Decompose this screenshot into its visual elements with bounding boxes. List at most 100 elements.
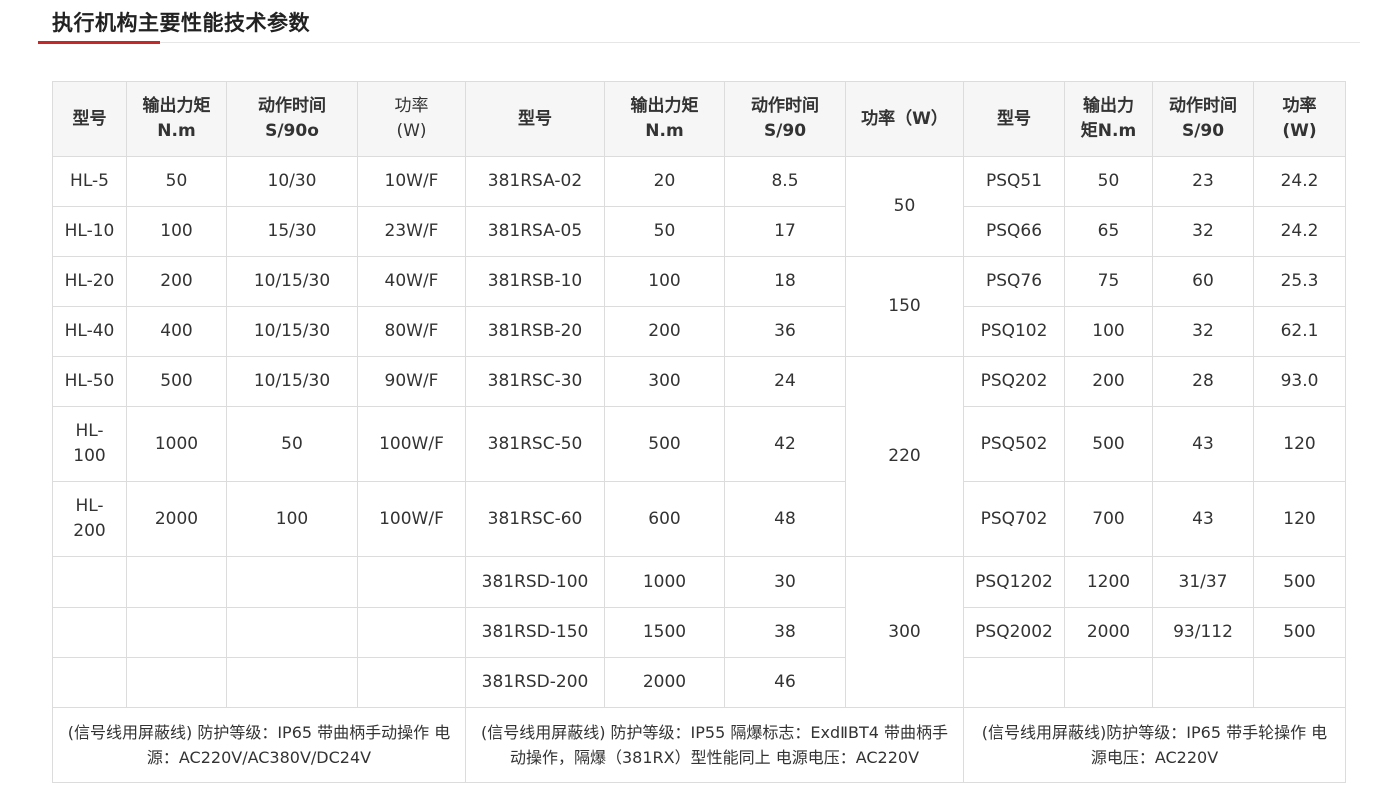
- rs-model-cell: 381RSA-02: [465, 156, 605, 207]
- rs-time-cell: 18: [724, 256, 846, 307]
- empty-cell: [963, 657, 1065, 708]
- hl-notes: (信号线用屏蔽线) 防护等级：IP65 带曲柄手动操作 电源：AC220V/AC…: [52, 707, 466, 783]
- empty-cell: [52, 556, 127, 608]
- rs-torque-cell: 2000: [604, 657, 725, 708]
- psq-time-cell: 43: [1152, 481, 1254, 557]
- hl-model-cell: HL-5: [52, 156, 127, 207]
- rs-model-cell: 381RSD-150: [465, 607, 605, 658]
- header-hl-power: 功率 (W): [357, 81, 466, 157]
- header-rs-model: 型号: [465, 81, 605, 157]
- rs-time-cell: 8.5: [724, 156, 846, 207]
- table-row: HL-40 400 10/15/30 80W/F 381RSB-20 200 3…: [52, 306, 1346, 357]
- table-row: 381RSD-200 2000 46: [52, 657, 1346, 708]
- empty-cell: [52, 657, 127, 708]
- empty-cell: [126, 607, 227, 658]
- hl-power-cell: 100W/F: [357, 481, 466, 557]
- psq-power-cell: 93.0: [1253, 356, 1346, 407]
- header-hl-model: 型号: [52, 81, 127, 157]
- table-row: HL-20 200 10/15/30 40W/F 381RSB-10 100 1…: [52, 256, 1346, 357]
- rs-model-cell: 381RSA-05: [465, 206, 605, 257]
- psq-time-cell: 32: [1152, 206, 1254, 257]
- psq-torque-cell: 500: [1064, 406, 1153, 482]
- psq-power-cell: 500: [1253, 556, 1346, 608]
- psq-power-cell: 62.1: [1253, 306, 1346, 357]
- empty-cell: [52, 607, 127, 658]
- header-rs-power: 功率（W）: [845, 81, 964, 157]
- psq-time-cell: 28: [1152, 356, 1254, 407]
- psq-time-cell: 23: [1152, 156, 1254, 207]
- table-row: HL- 200 2000 100 100W/F 381RSC-60 600 48…: [52, 481, 1346, 557]
- rs-time-cell: 24: [724, 356, 846, 407]
- psq-time-cell: 32: [1152, 306, 1254, 357]
- hl-model-cell: HL- 100: [52, 406, 127, 482]
- header-rs-time: 动作时间 S/90: [724, 81, 846, 157]
- header-hl-time: 动作时间 S/90o: [226, 81, 358, 157]
- header-psq-time: 动作时间 S/90: [1152, 81, 1254, 157]
- header-row: 型号 输出力矩 N.m 动作时间 S/90o 功率 (W) 型号 输出力矩 N.…: [52, 81, 1346, 157]
- rs-time-cell: 46: [724, 657, 846, 708]
- rs-torque-cell: 20: [604, 156, 725, 207]
- rs-power-cell: 220: [845, 356, 964, 557]
- rs-time-cell: 17: [724, 206, 846, 257]
- hl-power-cell: 23W/F: [357, 206, 466, 257]
- psq-power-cell: 25.3: [1253, 256, 1346, 307]
- rs-torque-cell: 300: [604, 356, 725, 407]
- psq-power-cell: 120: [1253, 406, 1346, 482]
- header-psq-model: 型号: [963, 81, 1065, 157]
- hl-power-cell: 100W/F: [357, 406, 466, 482]
- empty-cell: [357, 556, 466, 608]
- hl-model-cell: HL-20: [52, 256, 127, 307]
- rs-power-cell: 150: [845, 256, 964, 357]
- psq-time-cell: 31/37: [1152, 556, 1254, 608]
- hl-model-cell: HL-50: [52, 356, 127, 407]
- psq-torque-cell: 700: [1064, 481, 1153, 557]
- title-divider: [38, 42, 1360, 43]
- hl-model-cell: HL-40: [52, 306, 127, 357]
- rs-torque-cell: 500: [604, 406, 725, 482]
- psq-torque-cell: 65: [1064, 206, 1153, 257]
- notes-row: (信号线用屏蔽线) 防护等级：IP65 带曲柄手动操作 电源：AC220V/AC…: [52, 707, 1346, 783]
- hl-torque-cell: 200: [126, 256, 227, 307]
- empty-cell: [226, 556, 358, 608]
- psq-model-cell: PSQ702: [963, 481, 1065, 557]
- rs-model-cell: 381RSC-30: [465, 356, 605, 407]
- rs-notes: (信号线用屏蔽线) 防护等级：IP55 隔爆标志：ExdⅡBT4 带曲柄手动操作…: [465, 707, 964, 783]
- psq-power-cell: 24.2: [1253, 156, 1346, 207]
- rs-power-cell: 300: [845, 556, 964, 708]
- empty-cell: [226, 657, 358, 708]
- psq-model-cell: PSQ1202: [963, 556, 1065, 608]
- rs-model-cell: 381RSC-50: [465, 406, 605, 482]
- empty-cell: [126, 556, 227, 608]
- rs-torque-cell: 1500: [604, 607, 725, 658]
- hl-torque-cell: 1000: [126, 406, 227, 482]
- rs-torque-cell: 200: [604, 306, 725, 357]
- hl-torque-cell: 400: [126, 306, 227, 357]
- psq-torque-cell: 1200: [1064, 556, 1153, 608]
- hl-torque-cell: 50: [126, 156, 227, 207]
- header-psq-power: 功率 (W): [1253, 81, 1346, 157]
- rs-model-cell: 381RSB-20: [465, 306, 605, 357]
- hl-time-cell: 10/30: [226, 156, 358, 207]
- empty-cell: [226, 607, 358, 658]
- hl-torque-cell: 2000: [126, 481, 227, 557]
- psq-torque-cell: 75: [1064, 256, 1153, 307]
- hl-power-cell: 80W/F: [357, 306, 466, 357]
- hl-power-cell: 40W/F: [357, 256, 466, 307]
- title-accent-bar: [38, 41, 160, 44]
- rs-torque-cell: 100: [604, 256, 725, 307]
- hl-time-cell: 10/15/30: [226, 256, 358, 307]
- psq-model-cell: PSQ76: [963, 256, 1065, 307]
- hl-time-cell: 50: [226, 406, 358, 482]
- psq-model-cell: PSQ2002: [963, 607, 1065, 658]
- empty-cell: [1253, 657, 1346, 708]
- psq-time-cell: 93/112: [1152, 607, 1254, 658]
- hl-time-cell: 15/30: [226, 206, 358, 257]
- empty-cell: [126, 657, 227, 708]
- psq-model-cell: PSQ66: [963, 206, 1065, 257]
- rs-model-cell: 381RSD-100: [465, 556, 605, 608]
- hl-time-cell: 100: [226, 481, 358, 557]
- rs-torque-cell: 1000: [604, 556, 725, 608]
- psq-power-cell: 500: [1253, 607, 1346, 658]
- psq-notes: (信号线用屏蔽线)防护等级：IP65 带手轮操作 电源电压：AC220V: [963, 707, 1346, 783]
- psq-time-cell: 43: [1152, 406, 1254, 482]
